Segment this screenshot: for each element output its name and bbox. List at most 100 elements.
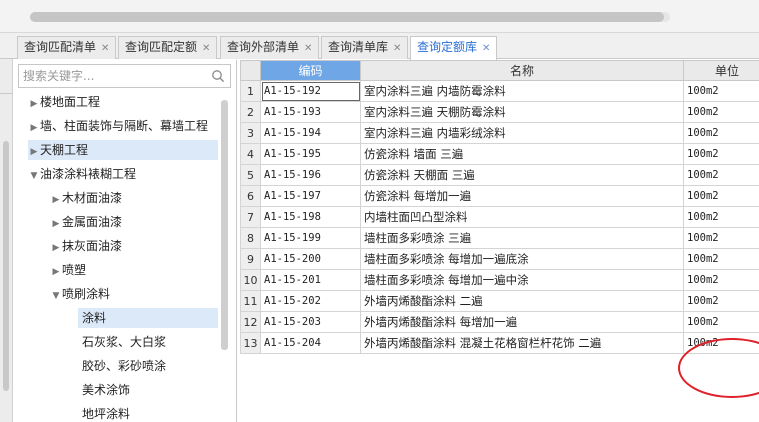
cell-code[interactable]: A1-15-199 [260,227,361,249]
row-number: 11 [240,290,261,312]
cell-unit[interactable]: 100m2 [683,122,759,144]
cell-unit[interactable]: 100m2 [683,290,759,312]
tree-item-lime-slurry[interactable]: 石灰浆、大白浆 [78,332,166,352]
cell-unit[interactable]: 100m2 [683,185,759,207]
cell-name[interactable]: 室内涂料三遍 内墙防霉涂料 [360,80,684,102]
tab-query-external-list[interactable]: 查询外部清单 ✕ [220,36,320,59]
cell-unit[interactable]: 100m2 [683,206,759,228]
tab-query-quota-library[interactable]: 查询定额库 ✕ [410,36,498,60]
cell-unit[interactable]: 100m2 [683,227,759,249]
cell-code[interactable]: A1-15-195 [260,143,361,165]
cell-name[interactable]: 仿瓷涂料 墙面 三遍 [360,143,684,165]
tree-scrollbar-thumb[interactable] [221,100,228,350]
cell-unit[interactable]: 100m2 [683,101,759,123]
cell-code[interactable]: A1-15-202 [260,290,361,312]
horizontal-scrollbar[interactable] [30,12,670,22]
tree-item-metal-paint[interactable]: ▶ 金属面油漆 [50,212,122,232]
table-row[interactable]: 5 A1-15-196 仿瓷涂料 天棚面 三遍 100m2 [240,164,759,186]
cell-unit[interactable]: 100m2 [683,332,759,354]
close-icon[interactable]: ✕ [101,43,109,54]
tab-query-match-list[interactable]: 查询匹配清单 ✕ [17,36,117,59]
cell-unit[interactable]: 100m2 [683,80,759,102]
table-row[interactable]: 1 A1-15-192 室内涂料三遍 内墙防霉涂料 100m2 [240,80,759,102]
cell-unit[interactable]: 100m2 [683,164,759,186]
cell-unit[interactable]: 100m2 [683,269,759,291]
caret-right-icon[interactable]: ▶ [28,142,40,162]
row-number: 2 [240,101,261,123]
cell-code[interactable]: A1-15-196 [260,164,361,186]
caret-down-icon[interactable]: ▼ [28,166,40,186]
row-number: 5 [240,164,261,186]
caret-right-icon[interactable]: ▶ [28,94,40,114]
table-row[interactable]: 11 A1-15-202 外墙丙烯酸酯涂料 二遍 100m2 [240,290,759,312]
cell-code[interactable]: A1-15-203 [260,311,361,333]
top-area [0,0,759,33]
close-icon[interactable]: ✕ [202,43,210,54]
cell-code[interactable]: A1-15-192 [260,80,361,102]
row-number: 8 [240,227,261,249]
tree-item-label: 金属面油漆 [62,215,123,229]
tree-item-wall-column-works[interactable]: ▶ 墙、柱面装饰与隔断、幕墙工程 [28,116,208,136]
cell-name[interactable]: 墙柱面多彩喷涂 三遍 [360,227,684,249]
close-icon[interactable]: ✕ [482,43,490,54]
column-header-unit[interactable]: 单位 [683,60,759,81]
cell-name[interactable]: 室内涂料三遍 内墙彩绒涂料 [360,122,684,144]
cell-unit[interactable]: 100m2 [683,248,759,270]
cell-code[interactable]: A1-15-198 [260,206,361,228]
tree-item-floor-works[interactable]: ▶ 楼地面工程 [28,92,100,112]
vertical-scrollbar-thumb[interactable] [3,141,9,391]
table-row[interactable]: 12 A1-15-203 外墙丙烯酸酯涂料 每增加一遍 100m2 [240,311,759,333]
cell-code[interactable]: A1-15-200 [260,248,361,270]
cell-code[interactable]: A1-15-197 [260,185,361,207]
tree-item-paint-coating-works[interactable]: ▼ 油漆涂料裱糊工程 [28,164,136,184]
tree-item-spray-coating[interactable]: ▼ 喷刷涂料 [50,284,110,304]
table-row[interactable]: 9 A1-15-200 墙柱面多彩喷涂 每增加一遍底涂 100m2 [240,248,759,270]
cell-name[interactable]: 外墙丙烯酸酯涂料 混凝土花格窗栏杆花饰 二遍 [360,332,684,354]
close-icon[interactable]: ✕ [304,43,312,54]
table-row[interactable]: 7 A1-15-198 内墙柱面凹凸型涂料 100m2 [240,206,759,228]
tab-query-list-library[interactable]: 查询清单库 ✕ [321,36,409,59]
table-row[interactable]: 3 A1-15-194 室内涂料三遍 内墙彩绒涂料 100m2 [240,122,759,144]
close-icon[interactable]: ✕ [393,43,401,54]
caret-right-icon[interactable]: ▶ [50,190,62,210]
search-input[interactable] [19,65,199,87]
caret-right-icon[interactable]: ▶ [50,214,62,234]
tree-item-art-finish[interactable]: 美术涂饰 [78,380,130,400]
tree-item-floor-coating[interactable]: 地坪涂料 [78,404,130,422]
tree-item-sand-spray[interactable]: 胶砂、彩砂喷涂 [78,356,166,376]
cell-unit[interactable]: 100m2 [683,311,759,333]
cell-name[interactable]: 墙柱面多彩喷涂 每增加一遍底涂 [360,248,684,270]
cell-name[interactable]: 仿瓷涂料 每增加一遍 [360,185,684,207]
horizontal-scrollbar-thumb[interactable] [30,12,664,22]
cell-name[interactable]: 仿瓷涂料 天棚面 三遍 [360,164,684,186]
tree-item-wood-paint[interactable]: ▶ 木材面油漆 [50,188,122,208]
cell-name[interactable]: 室内涂料三遍 天棚防霉涂料 [360,101,684,123]
cell-code[interactable]: A1-15-194 [260,122,361,144]
caret-down-icon[interactable]: ▼ [50,286,62,306]
column-header-code[interactable]: 编码 [260,60,361,81]
table-row[interactable]: 10 A1-15-201 墙柱面多彩喷涂 每增加一遍中涂 100m2 [240,269,759,291]
cell-code[interactable]: A1-15-201 [260,269,361,291]
column-header-name[interactable]: 名称 [360,60,684,81]
caret-right-icon[interactable]: ▶ [50,262,62,282]
cell-name[interactable]: 墙柱面多彩喷涂 每增加一遍中涂 [360,269,684,291]
table-row[interactable]: 13 A1-15-204 外墙丙烯酸酯涂料 混凝土花格窗栏杆花饰 二遍 100m2 [240,332,759,354]
cell-name[interactable]: 外墙丙烯酸酯涂料 每增加一遍 [360,311,684,333]
caret-right-icon[interactable]: ▶ [28,118,40,138]
cell-code[interactable]: A1-15-193 [260,101,361,123]
tree-item-ceiling-works[interactable]: ▶ 天棚工程 [28,140,218,160]
table-row[interactable]: 4 A1-15-195 仿瓷涂料 墙面 三遍 100m2 [240,143,759,165]
tree-item-coating[interactable]: 涂料 [78,308,218,328]
caret-right-icon[interactable]: ▶ [50,238,62,258]
search-icon[interactable] [211,69,225,83]
cell-name[interactable]: 外墙丙烯酸酯涂料 二遍 [360,290,684,312]
table-row[interactable]: 2 A1-15-193 室内涂料三遍 天棚防霉涂料 100m2 [240,101,759,123]
cell-name[interactable]: 内墙柱面凹凸型涂料 [360,206,684,228]
cell-code[interactable]: A1-15-204 [260,332,361,354]
tree-item-spray-plastic[interactable]: ▶ 喷塑 [50,260,86,280]
tab-query-match-quota[interactable]: 查询匹配定额 ✕ [118,36,218,59]
table-row[interactable]: 6 A1-15-197 仿瓷涂料 每增加一遍 100m2 [240,185,759,207]
cell-unit[interactable]: 100m2 [683,143,759,165]
tree-item-plaster-paint[interactable]: ▶ 抹灰面油漆 [50,236,122,256]
table-row[interactable]: 8 A1-15-199 墙柱面多彩喷涂 三遍 100m2 [240,227,759,249]
